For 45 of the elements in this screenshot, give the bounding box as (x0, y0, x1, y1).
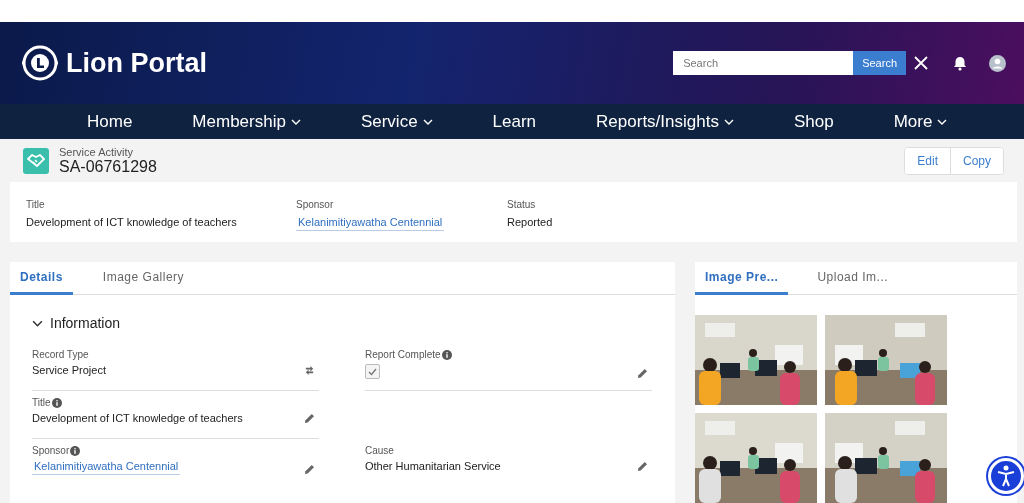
nav-item[interactable]: Learn (492, 111, 537, 132)
record-type: Service Activity (59, 145, 134, 158)
field-value: Development of ICT knowledge of teachers (26, 216, 237, 228)
nav-item[interactable]: Home (87, 111, 133, 132)
nav-item[interactable]: Shop (793, 111, 834, 132)
tab[interactable]: Upload Im... (788, 262, 918, 295)
field-value: Service Project (32, 364, 106, 376)
pencil-icon[interactable] (304, 413, 315, 424)
field-label: Title (32, 397, 51, 408)
portal-logo[interactable]: Lion Portal (66, 47, 207, 79)
field-label: Title (26, 199, 45, 210)
search-button[interactable]: Search (853, 51, 906, 75)
search-field[interactable]: Search (673, 51, 854, 75)
sponsor-link[interactable]: Kelanimitiyawatha Centennial (296, 216, 445, 231)
avatar-icon[interactable] (989, 54, 1006, 72)
field-value: Development of ICT knowledge of teachers (32, 412, 243, 424)
nav-item[interactable]: Reports/Insights (596, 111, 734, 132)
field-label: Sponsor (296, 199, 334, 210)
nav-item[interactable]: More (893, 111, 948, 132)
record-id: SA-06761298 (59, 157, 157, 176)
close-icon[interactable] (914, 56, 928, 70)
field-label: Report Complete (365, 349, 441, 360)
pencil-icon[interactable] (637, 461, 648, 472)
tab[interactable]: Image Pre... (695, 262, 789, 295)
accessibility-button[interactable] (988, 458, 1024, 494)
nav-item[interactable]: Membership (192, 111, 301, 132)
lion-emblem-icon (22, 45, 58, 81)
action-button[interactable]: Copy (950, 147, 1003, 174)
tab[interactable]: Image Gallery (72, 262, 215, 295)
bell-icon[interactable] (953, 55, 967, 71)
field-value: Reported (507, 216, 553, 228)
field-label: Status (507, 199, 536, 210)
chevron-down-icon[interactable] (32, 319, 43, 327)
tab[interactable]: Details (10, 262, 73, 295)
field-label: Sponsor (32, 445, 70, 456)
change-record-type-icon[interactable] (304, 365, 315, 376)
sponsor-link[interactable]: Kelanimitiyawatha Centennial (32, 460, 181, 475)
field-label: Record Type (32, 349, 89, 360)
nav-item[interactable]: Service (360, 111, 433, 132)
section-title: Information (50, 315, 121, 331)
accessibility-figure-icon (996, 465, 1016, 487)
field-value: Other Humanitarian Service (365, 460, 501, 472)
pencil-icon[interactable] (304, 464, 315, 475)
field-label: Cause (365, 445, 394, 456)
pencil-icon[interactable] (637, 368, 648, 379)
